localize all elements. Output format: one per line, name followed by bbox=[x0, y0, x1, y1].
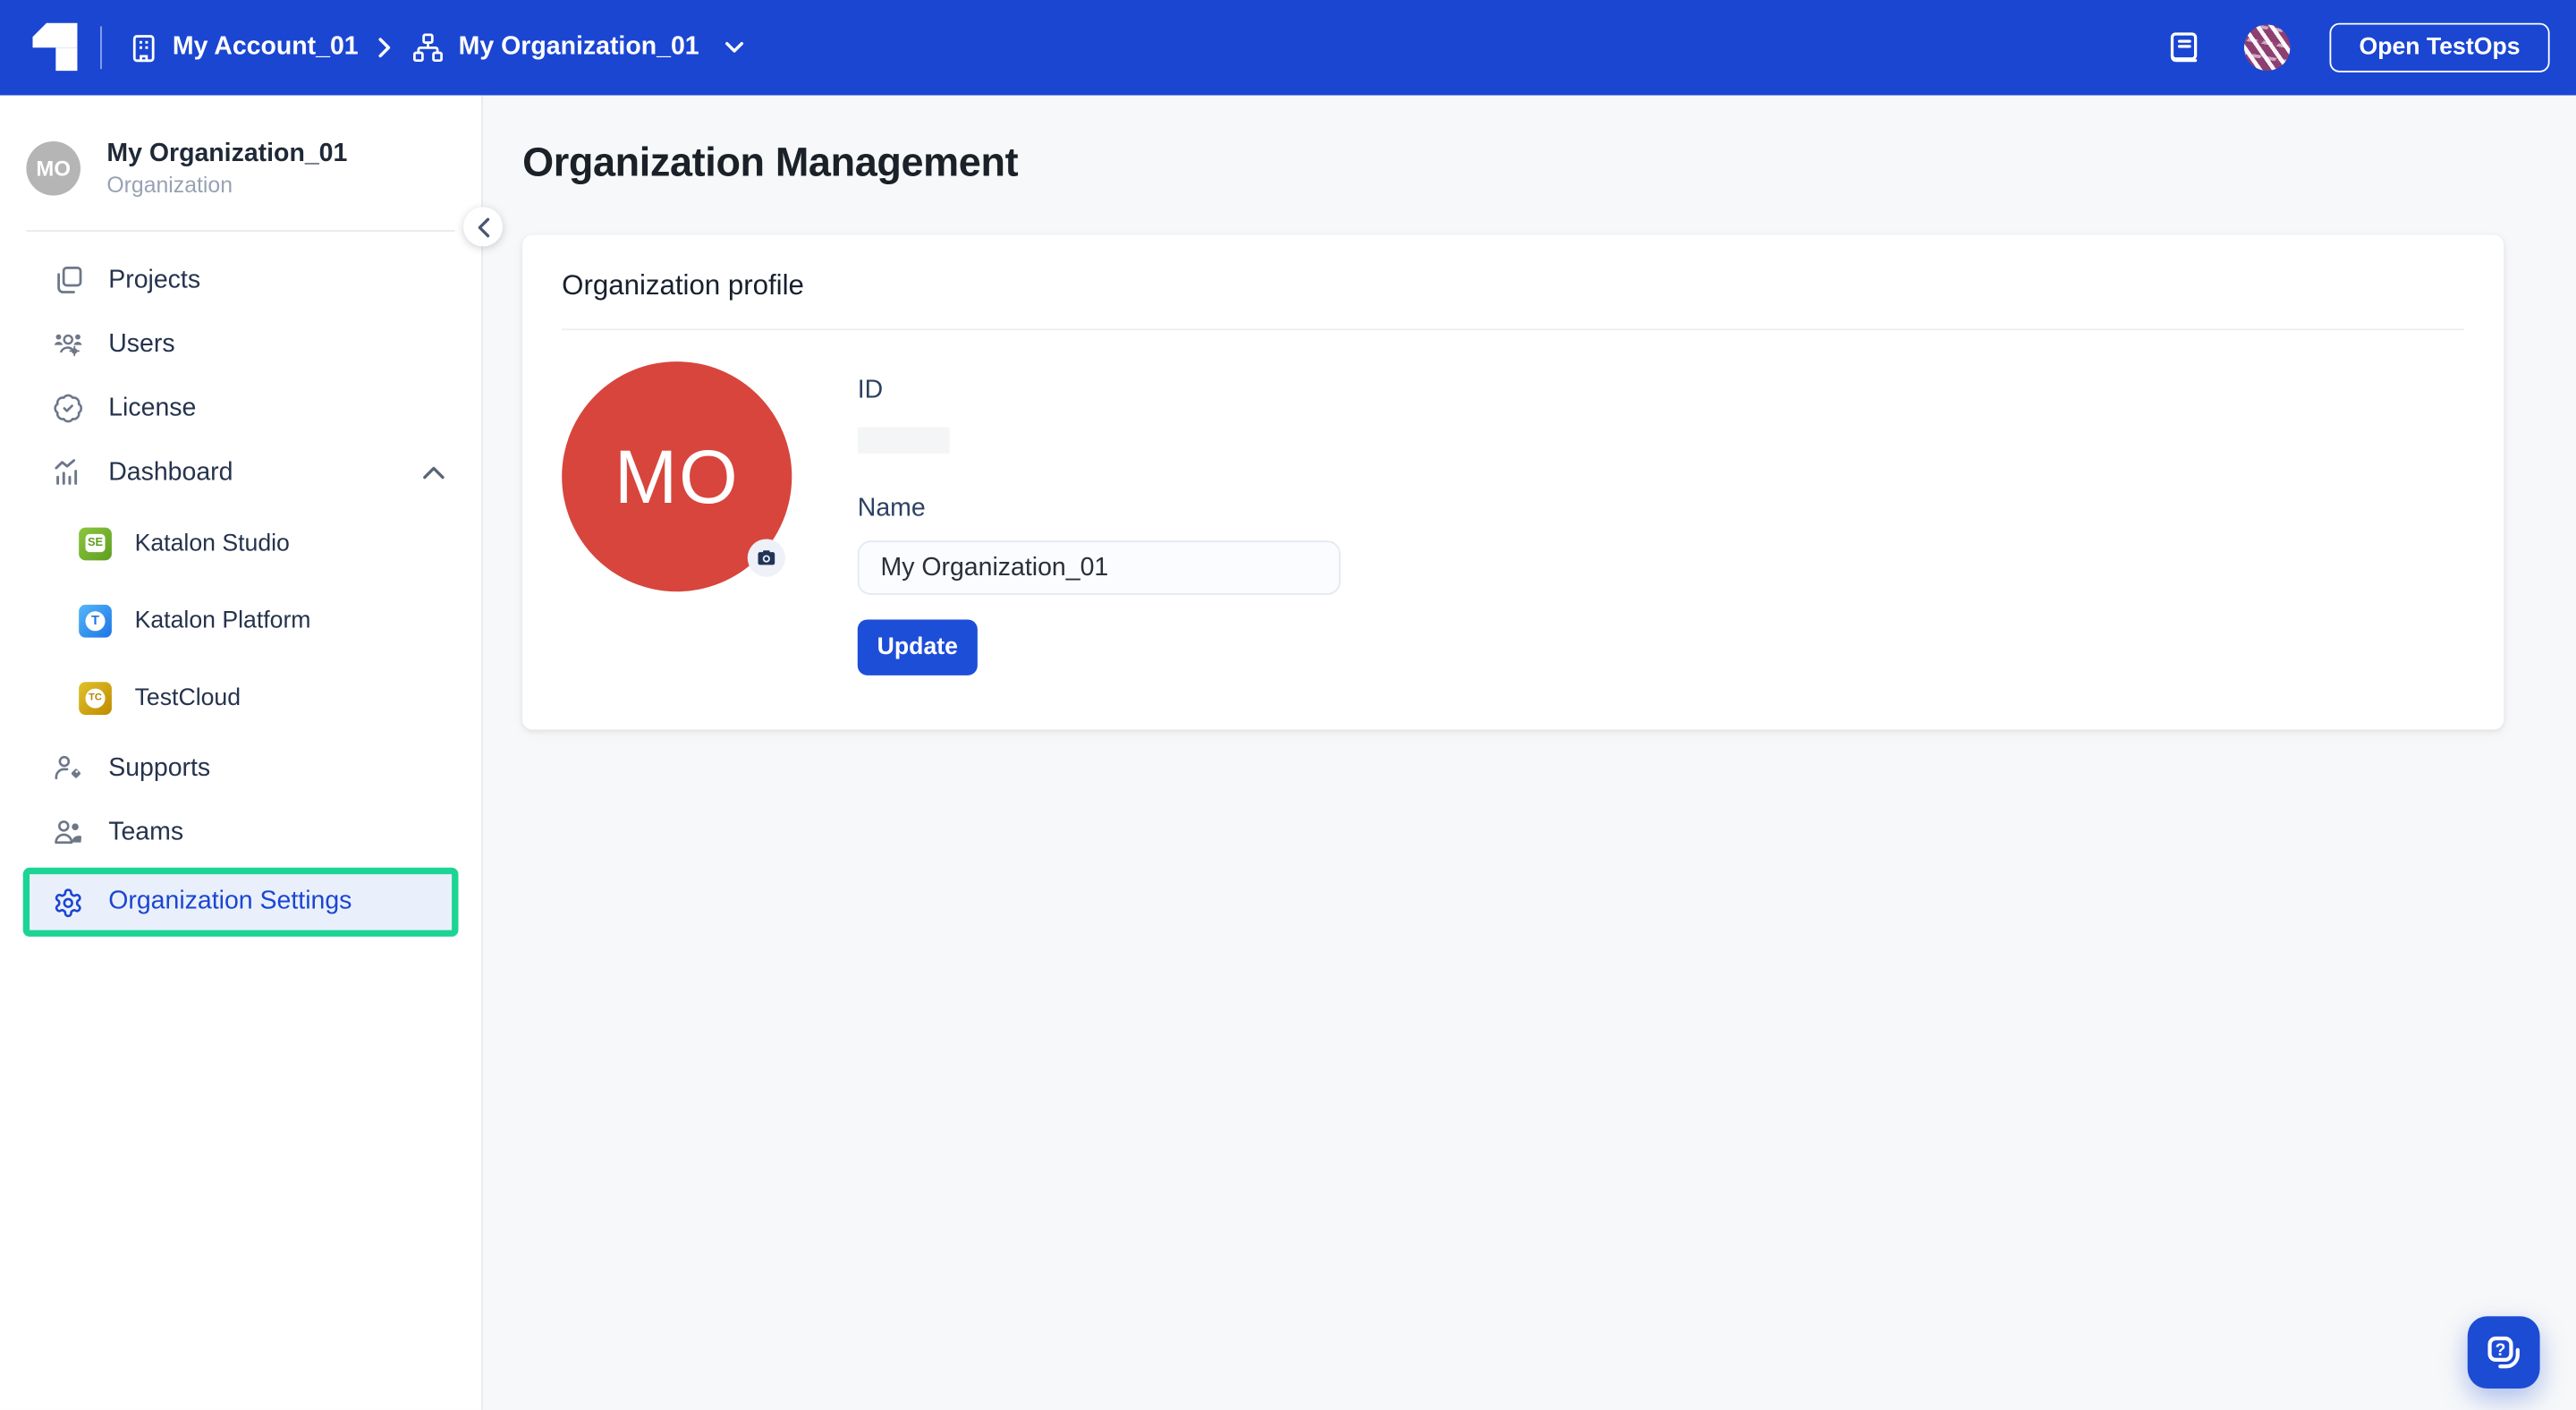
user-avatar[interactable] bbox=[2243, 24, 2291, 71]
projects-icon bbox=[53, 265, 84, 296]
organization-profile-card: Organization profile MO ID Name My Organ… bbox=[522, 234, 2504, 730]
breadcrumb: My Account_01 My Organization_01 bbox=[128, 30, 743, 65]
sidebar-item-organization-settings[interactable]: Organization Settings bbox=[30, 875, 452, 930]
sidebar-item-label: Projects bbox=[108, 266, 201, 294]
sidebar-item-label: License bbox=[108, 394, 197, 422]
profile-fields: ID Name Update bbox=[857, 361, 1341, 675]
sidebar-nav: Projects Users License Dashboard SE Kata… bbox=[0, 249, 481, 938]
chevron-right-icon bbox=[375, 36, 394, 59]
sidebar-item-license[interactable]: License bbox=[0, 377, 481, 441]
building-icon bbox=[132, 34, 155, 62]
breadcrumb-organization-label: My Organization_01 bbox=[458, 32, 699, 61]
svg-text:?: ? bbox=[2496, 1341, 2506, 1360]
breadcrumb-organization[interactable]: My Organization_01 bbox=[411, 30, 743, 65]
testcloud-icon: TC bbox=[79, 682, 112, 715]
id-label: ID bbox=[857, 376, 884, 404]
chevron-down-icon[interactable] bbox=[724, 40, 743, 55]
org-name: My Organization_01 bbox=[106, 140, 348, 168]
org-subtitle: Organization bbox=[106, 173, 233, 199]
sidebar-item-supports[interactable]: Supports bbox=[0, 737, 481, 802]
topbar-divider bbox=[100, 26, 102, 70]
name-label: Name bbox=[857, 494, 926, 523]
open-testops-button[interactable]: Open TestOps bbox=[2329, 22, 2550, 72]
sidebar-item-users[interactable]: Users bbox=[0, 313, 481, 378]
camera-icon bbox=[758, 550, 775, 565]
sidebar-item-teams[interactable]: Teams bbox=[0, 801, 481, 865]
supports-icon bbox=[53, 753, 84, 785]
dashboard-chart-icon bbox=[53, 457, 84, 488]
sidebar-org-header: MO My Organization_01 Organization bbox=[0, 138, 481, 198]
documentation-button[interactable] bbox=[2165, 29, 2203, 66]
sidebar-item-label: Supports bbox=[108, 753, 211, 783]
users-icon bbox=[53, 329, 84, 361]
top-bar: My Account_01 My Organization_01 Open Te… bbox=[0, 0, 2576, 96]
sidebar-subitem-label: Katalon Platform bbox=[134, 607, 311, 634]
sidebar-item-projects[interactable]: Projects bbox=[0, 249, 481, 313]
breadcrumb-account-label: My Account_01 bbox=[172, 32, 359, 61]
teams-icon bbox=[53, 818, 84, 849]
org-avatar: MO bbox=[26, 140, 80, 195]
sidebar-item-label: Users bbox=[108, 329, 175, 359]
sidebar-item-label: Teams bbox=[108, 818, 184, 846]
active-item-highlight: Organization Settings bbox=[22, 868, 459, 938]
profile-row: MO ID Name Update bbox=[562, 361, 2464, 675]
sidebar-subitem-label: Katalon Studio bbox=[134, 531, 290, 557]
card-title: Organization profile bbox=[562, 269, 804, 302]
app-shell: MO My Organization_01 Organization Proje… bbox=[0, 95, 2576, 1410]
update-button[interactable]: Update bbox=[857, 619, 978, 675]
sidebar-subitem-katalon-platform[interactable]: T Katalon Platform bbox=[0, 582, 481, 659]
sidebar-item-dashboard[interactable]: Dashboard bbox=[0, 441, 481, 505]
katalon-logo-icon bbox=[32, 22, 78, 72]
id-value-placeholder bbox=[857, 427, 950, 454]
card-divider bbox=[562, 328, 2465, 331]
sidebar-collapse-button[interactable] bbox=[462, 207, 504, 247]
sitemap-icon bbox=[413, 32, 444, 62]
sidebar: MO My Organization_01 Organization Proje… bbox=[0, 95, 483, 1410]
book-icon bbox=[2170, 31, 2198, 62]
chevron-left-icon bbox=[477, 217, 489, 237]
app-viewport: My Account_01 My Organization_01 Open Te… bbox=[0, 0, 2576, 1410]
sidebar-subitem-testcloud[interactable]: TC TestCloud bbox=[0, 659, 481, 736]
license-badge-icon bbox=[53, 394, 84, 425]
katalon-studio-icon: SE bbox=[79, 527, 112, 561]
gear-icon bbox=[53, 888, 84, 919]
help-button[interactable]: ? bbox=[2467, 1316, 2540, 1389]
org-avatar-large-wrap: MO bbox=[562, 361, 792, 592]
help-chat-icon: ? bbox=[2487, 1336, 2520, 1369]
sidebar-item-label: Dashboard bbox=[108, 458, 233, 487]
organization-name-input[interactable] bbox=[857, 540, 1341, 595]
chevron-up-icon[interactable] bbox=[422, 465, 445, 480]
katalon-platform-icon: T bbox=[79, 604, 112, 638]
change-avatar-button[interactable] bbox=[747, 539, 785, 577]
sidebar-divider bbox=[26, 230, 455, 233]
sidebar-subitem-katalon-studio[interactable]: SE Katalon Studio bbox=[0, 505, 481, 582]
sidebar-subitem-label: TestCloud bbox=[134, 684, 242, 712]
main-content: Organization Management Organization pro… bbox=[482, 95, 2576, 1410]
sidebar-item-label: Organization Settings bbox=[108, 888, 352, 916]
breadcrumb-account[interactable]: My Account_01 bbox=[128, 32, 359, 64]
page-title: Organization Management bbox=[522, 140, 1019, 186]
